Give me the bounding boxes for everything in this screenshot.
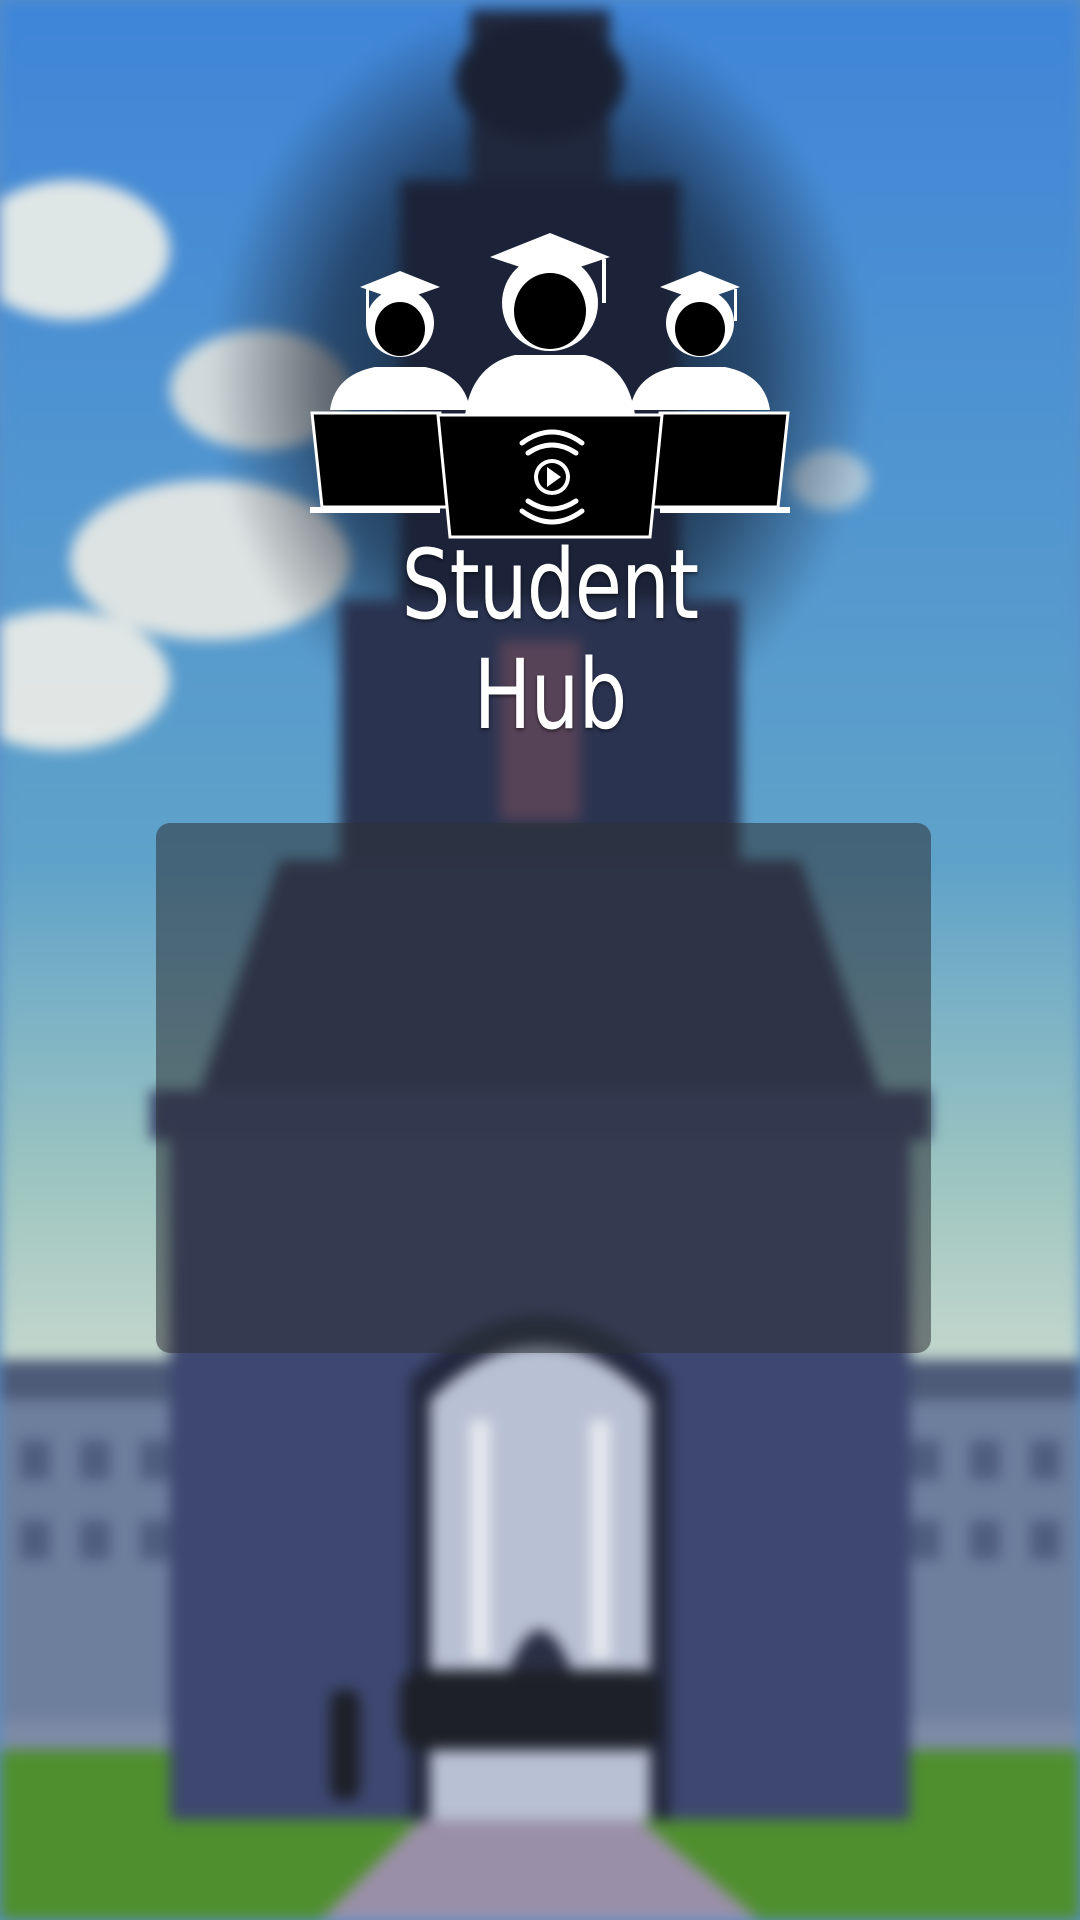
app-title: Student Hub: [401, 529, 700, 751]
students-with-laptops-icon: [310, 233, 790, 539]
app-logo: Student Hub: [290, 215, 810, 750]
login-panel: [156, 823, 931, 1353]
login-screen: Student Hub: [0, 0, 1080, 1920]
